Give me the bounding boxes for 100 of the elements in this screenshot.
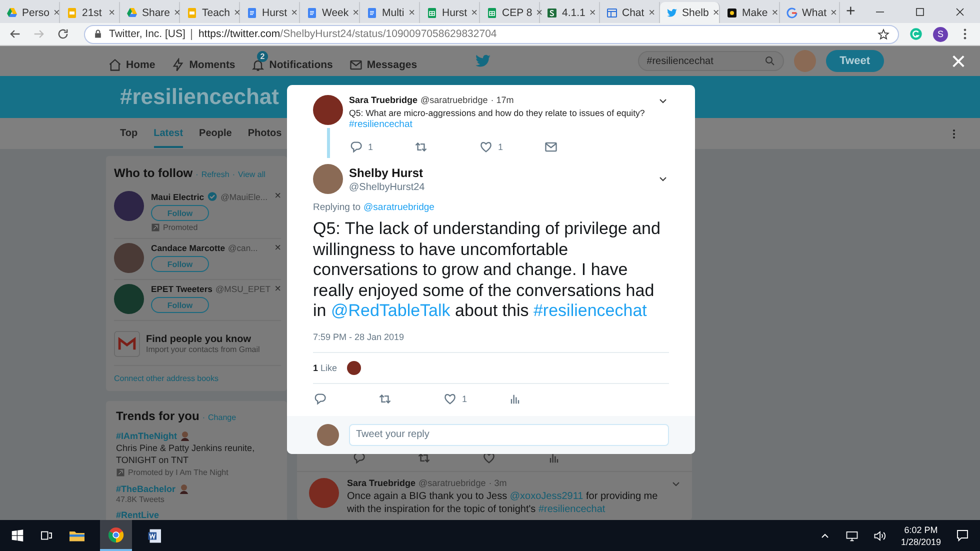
close-tab-button[interactable]: × bbox=[589, 6, 600, 18]
account-name[interactable]: Sara Truebridge bbox=[349, 95, 418, 105]
close-tab-button[interactable]: × bbox=[830, 6, 841, 18]
star-icon[interactable] bbox=[877, 28, 890, 40]
account-handle: @MSU_EPET bbox=[215, 284, 270, 294]
spreadsheet-icon bbox=[426, 6, 438, 18]
avatar[interactable] bbox=[317, 424, 339, 446]
promoted-icon bbox=[116, 468, 125, 477]
heart-icon bbox=[482, 451, 496, 465]
document-icon bbox=[366, 6, 378, 18]
avatar[interactable] bbox=[313, 164, 343, 194]
retweet-icon bbox=[414, 140, 428, 154]
account-handle: @saratruebridge bbox=[420, 95, 488, 105]
promoted-icon bbox=[151, 223, 160, 232]
close-tab-button[interactable]: × bbox=[471, 6, 482, 18]
clock-time[interactable]: 6:02 PM bbox=[900, 524, 941, 536]
tweet-text: Once again a BIG thank you to Jess @xoxoJess2911 for providing me with the inspiration for the topic of tonight's #resiliencechat bbox=[347, 490, 659, 516]
notification-icon[interactable] bbox=[955, 528, 970, 543]
mention-link[interactable]: @saratruebridge bbox=[364, 202, 434, 213]
page-title: #resiliencechat bbox=[120, 84, 279, 110]
card-title: Trends for you bbox=[116, 409, 200, 423]
avatar[interactable] bbox=[347, 360, 362, 374]
promoted-label: Promoted by I Am The Night bbox=[128, 468, 228, 477]
account-name[interactable]: Maui Electric bbox=[151, 192, 204, 202]
speaker-icon[interactable] bbox=[872, 528, 887, 542]
triangle-icon bbox=[126, 6, 138, 18]
dismiss-button[interactable]: × bbox=[274, 191, 281, 232]
address-field[interactable]: Twitter, Inc. [US] https://twitter.com/ShelbyHurst24/status/1090097058629832704 bbox=[84, 24, 899, 44]
retweet-icon bbox=[378, 392, 392, 406]
new-tab-button[interactable]: + bbox=[846, 2, 856, 20]
envelope-icon bbox=[348, 58, 363, 72]
photo-placeholder[interactable] bbox=[114, 243, 144, 273]
replying-label: Replying to bbox=[313, 202, 361, 213]
tweet-link[interactable]: @RedTableTalk bbox=[330, 301, 450, 320]
speech-bubble-icon bbox=[313, 392, 327, 406]
logo-avatar[interactable] bbox=[114, 191, 144, 221]
search-tab[interactable]: Photos bbox=[248, 120, 282, 148]
tweet-text: Q5: What are micro-aggressions and how do they relate to issues of equity? bbox=[349, 107, 646, 119]
profile-avatar[interactable]: S bbox=[933, 26, 948, 42]
like-count[interactable]: 1 Like bbox=[313, 362, 338, 372]
speech-bubble-icon bbox=[349, 140, 363, 154]
board-icon bbox=[606, 6, 618, 18]
like-button[interactable]: 1 bbox=[479, 140, 529, 154]
url-text: https://twitter.com/ShelbyHurst24/status/1090097058629832704 bbox=[198, 28, 497, 40]
google-icon bbox=[786, 6, 798, 18]
dismiss-button[interactable]: × bbox=[274, 243, 281, 273]
avatar[interactable] bbox=[313, 95, 343, 125]
nav-link[interactable]: 2 Notifications bbox=[251, 50, 333, 72]
logo-avatar[interactable] bbox=[114, 284, 144, 314]
dismiss-button[interactable]: × bbox=[274, 284, 281, 314]
account-handle: @MauiEle... bbox=[220, 192, 268, 202]
find-people-title[interactable]: Find people you know bbox=[146, 334, 260, 345]
nav-link[interactable]: Moments bbox=[171, 50, 236, 72]
heart-icon bbox=[479, 140, 493, 154]
slides-icon bbox=[186, 6, 198, 18]
search-tab[interactable]: Top bbox=[120, 120, 138, 148]
separator-dot: · bbox=[232, 170, 235, 179]
spreadsheet-icon bbox=[486, 6, 498, 18]
account-name[interactable]: Sara Truebridge bbox=[347, 478, 416, 488]
windows-logo-icon[interactable] bbox=[10, 528, 25, 543]
account-name[interactable]: Shelby Hurst bbox=[349, 166, 425, 180]
search-tab[interactable]: People bbox=[199, 120, 232, 148]
site-identity: Twitter, Inc. [US] bbox=[109, 28, 186, 40]
triangle-icon bbox=[6, 6, 18, 18]
account-handle: @can... bbox=[228, 243, 258, 253]
nav-link[interactable]: Home bbox=[108, 50, 156, 72]
browser-tab[interactable]: Shelb × bbox=[660, 2, 720, 23]
document-icon[interactable] bbox=[146, 526, 164, 544]
trend-description: Chris Pine & Patty Jenkins reunite, TONIGHT on TNT bbox=[116, 442, 256, 466]
notification-badge: 2 bbox=[257, 50, 268, 62]
close-tab-button[interactable]: × bbox=[291, 6, 302, 18]
account-handle: @ShelbyHurst24 bbox=[349, 182, 425, 192]
close-tab-button[interactable]: × bbox=[108, 6, 119, 18]
account-name[interactable]: EPET Tweeters bbox=[151, 284, 212, 294]
tweet-link[interactable]: #resiliencechat bbox=[533, 301, 647, 320]
close-icon[interactable] bbox=[954, 6, 966, 18]
close-button[interactable]: × bbox=[950, 49, 966, 73]
thread-line bbox=[326, 128, 330, 158]
close-tab-button[interactable]: × bbox=[772, 6, 782, 18]
chrome-icon[interactable] bbox=[107, 526, 125, 544]
separator-dot: · bbox=[202, 413, 206, 422]
reply-button[interactable]: 1 bbox=[349, 140, 399, 154]
reply-field[interactable]: Tweet your reply bbox=[349, 424, 669, 446]
find-people-subtitle: Import your contacts from Gmail bbox=[146, 345, 260, 354]
nav-link[interactable]: Messages bbox=[348, 50, 418, 72]
reload-icon[interactable] bbox=[56, 27, 70, 41]
maximize-icon[interactable] bbox=[914, 6, 926, 18]
close-tab-button[interactable]: × bbox=[408, 6, 419, 18]
bell-icon bbox=[251, 58, 266, 72]
search-field[interactable]: #resiliencechat bbox=[638, 51, 784, 71]
account-name[interactable]: Candace Marcotte bbox=[151, 243, 226, 253]
tweet-button[interactable]: Tweet bbox=[826, 50, 884, 72]
clock-date[interactable]: 1/28/2019 bbox=[900, 536, 941, 548]
hashtag-link[interactable]: #resiliencechat bbox=[349, 119, 651, 130]
envelope-icon bbox=[544, 140, 558, 154]
document-icon bbox=[246, 6, 258, 18]
card-title: Who to follow bbox=[114, 166, 193, 180]
like-button[interactable]: 1 bbox=[443, 392, 493, 406]
close-tab-button[interactable]: × bbox=[648, 6, 659, 18]
document-icon bbox=[306, 6, 318, 18]
